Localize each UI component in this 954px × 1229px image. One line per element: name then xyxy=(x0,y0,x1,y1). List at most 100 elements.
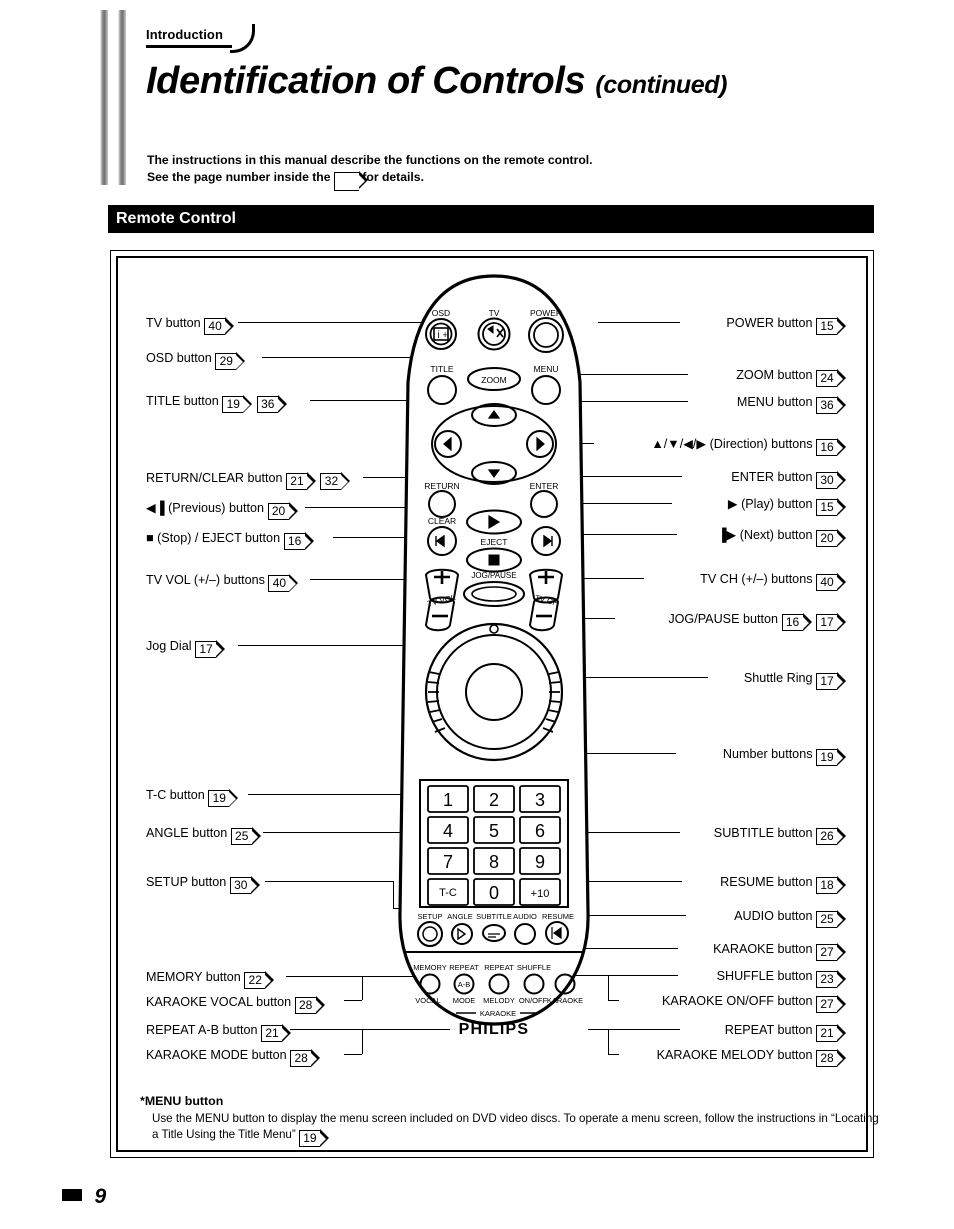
callout-menu-button: MENU button 36 xyxy=(736,392,846,415)
callout-label-text: RETURN/CLEAR button xyxy=(146,470,283,485)
page-ref-badge: 21 xyxy=(816,1024,846,1043)
callout-label-text: KARAOKE MELODY button xyxy=(656,1047,813,1062)
callout-label-text: ANGLE button xyxy=(146,825,228,840)
svg-text:3: 3 xyxy=(535,790,545,810)
page-title-main: Identification of Controls xyxy=(146,60,586,102)
callout-label-text: OSD button xyxy=(146,350,212,365)
page-number-marker xyxy=(62,1189,82,1201)
svg-text:0: 0 xyxy=(489,883,499,903)
footnote-body-text: Use the MENU button to display the menu … xyxy=(152,1112,879,1141)
page-ref-badge: 15 xyxy=(816,317,846,336)
leader-melody-elbow xyxy=(608,1029,619,1055)
page-ref-badge: 20 xyxy=(816,529,846,548)
callout-return-clear-button: RETURN/CLEAR button 21 32 xyxy=(146,468,351,491)
page-ref-badge: 17 xyxy=(195,640,225,659)
page-ref-badge: 15 xyxy=(816,498,846,517)
callout-shuffle-button: SHUFFLE button 23 xyxy=(716,966,846,989)
page-ref-badge: 17 xyxy=(816,672,846,691)
svg-text:1: 1 xyxy=(443,790,453,810)
svg-text:T-C: T-C xyxy=(439,887,457,899)
callout-label-text: ▲/▼/◀/▶ (Direction) buttons xyxy=(651,436,813,451)
intro-line-2-before: See the page number inside the xyxy=(147,170,331,184)
page-ref-badge: 24 xyxy=(816,369,846,388)
callout-label-text: MEMORY button xyxy=(146,969,241,984)
callout-osd-button: OSD button 29 xyxy=(146,348,246,371)
manual-page: Introduction Identification of Controls … xyxy=(0,0,954,1229)
page-ref-badge: 30 xyxy=(816,471,846,490)
osd-label: OSD xyxy=(432,308,450,318)
page-ref-badge: 25 xyxy=(816,910,846,929)
callout-shuttle-ring: Shuttle Ring 17 xyxy=(743,668,846,691)
page-ref-badge: 32 xyxy=(320,472,351,491)
callout-label-text: KARAOKE VOCAL button xyxy=(146,994,292,1009)
page-ref-badge: 30 xyxy=(229,876,260,895)
page-ref-badge: 40 xyxy=(816,573,846,592)
intro-line-2-after: for details. xyxy=(362,170,424,184)
callout-label-text: Shuttle Ring xyxy=(743,670,813,685)
footnote-body: Use the MENU button to display the menu … xyxy=(152,1111,880,1148)
svg-text:6: 6 xyxy=(535,821,545,841)
leader-power xyxy=(598,322,680,323)
section-tab-underline xyxy=(146,45,232,48)
svg-text:KARAOKE: KARAOKE xyxy=(547,996,583,1005)
callout-label-text: ▐▶ (Next) button xyxy=(717,527,813,542)
callout-tv-ch-buttons: TV CH (+/–) buttons 40 xyxy=(700,569,846,592)
page-ref-badge: 19 xyxy=(222,395,253,414)
callout-karaoke-vocal-button: KARAOKE VOCAL button 28 xyxy=(146,992,325,1015)
callout-resume-button: RESUME button 18 xyxy=(720,872,846,895)
callout-title-button: TITLE button 19 36 xyxy=(146,391,287,414)
callout-label-text: RESUME button xyxy=(720,874,813,889)
callout-label-text: SETUP button xyxy=(146,874,227,889)
section-heading-bar: Remote Control xyxy=(108,205,874,233)
callout-label-text: TV CH (+/–) buttons xyxy=(700,571,813,586)
callout-karaoke-mode-button: KARAOKE MODE button 28 xyxy=(146,1045,321,1068)
callout-label-text: MENU button xyxy=(736,394,813,409)
remote-control-illustration: OSD TV POWER i + TITLE ZOOM MENU RETURN … xyxy=(398,272,590,1034)
svg-text:ANGLE: ANGLE xyxy=(447,912,472,921)
callout-label-text: KARAOKE ON/OFF button xyxy=(662,993,813,1008)
svg-text:8: 8 xyxy=(489,852,499,872)
svg-text:RESUME: RESUME xyxy=(542,912,574,921)
svg-text:AUDIO: AUDIO xyxy=(513,912,537,921)
svg-text:+10: +10 xyxy=(531,888,550,900)
callout-karaoke-onoff-button: KARAOKE ON/OFF button 27 xyxy=(662,991,846,1014)
svg-text:SHUFFLE: SHUFFLE xyxy=(517,963,551,972)
page-ref-badge: 26 xyxy=(816,827,846,846)
svg-text:9: 9 xyxy=(535,852,545,872)
power-label: POWER xyxy=(530,308,562,318)
svg-text:VOCAL: VOCAL xyxy=(415,996,440,1005)
page-ref-badge: 27 xyxy=(816,995,846,1014)
callout-label-text: SHUFFLE button xyxy=(716,968,813,983)
callout-label-text: KARAOKE MODE button xyxy=(146,1047,287,1062)
zoom-label: ZOOM xyxy=(481,375,507,385)
leader-onoff-elbow xyxy=(608,975,619,1001)
eject-label: EJECT xyxy=(481,537,508,547)
section-tab-curve xyxy=(230,24,255,53)
leader-repeat xyxy=(588,1029,680,1030)
callout-label-text: T-C button xyxy=(146,787,205,802)
svg-text:MODE: MODE xyxy=(453,996,476,1005)
svg-text:2: 2 xyxy=(489,790,499,810)
svg-text:MELODY: MELODY xyxy=(483,996,515,1005)
svg-text:SUBTITLE: SUBTITLE xyxy=(476,912,512,921)
callout-stop-eject-button: ■ (Stop) / EJECT button 16 xyxy=(146,528,314,551)
callout-angle-button: ANGLE button 25 xyxy=(146,823,261,846)
callout-label-text: TITLE button xyxy=(146,393,219,408)
page-ref-badge: 16 xyxy=(816,438,846,457)
section-tab-label: Introduction xyxy=(146,27,224,42)
page-ref-badge: 28 xyxy=(816,1049,846,1068)
page-ref-badge: 40 xyxy=(268,574,299,593)
page-ref-badge: 21 xyxy=(261,1024,292,1043)
page-ref-badge: 29 xyxy=(215,352,246,371)
decorative-bar-inner xyxy=(118,10,126,185)
callout-play-button: ▶ (Play) button 15 xyxy=(728,494,846,517)
enter-label: ENTER xyxy=(530,481,559,491)
callout-subtitle-button: SUBTITLE button 26 xyxy=(713,823,846,846)
page-ref-badge: 23 xyxy=(816,970,846,989)
callout-label-text: SUBTITLE button xyxy=(713,825,813,840)
callout-number-buttons: Number buttons 19 xyxy=(723,744,846,767)
ab-label: A-B xyxy=(458,980,471,989)
page-ref-badge: 22 xyxy=(244,971,275,990)
page-ref-badge: 19 xyxy=(208,789,239,808)
brand-label: PHILIPS xyxy=(459,1021,530,1034)
